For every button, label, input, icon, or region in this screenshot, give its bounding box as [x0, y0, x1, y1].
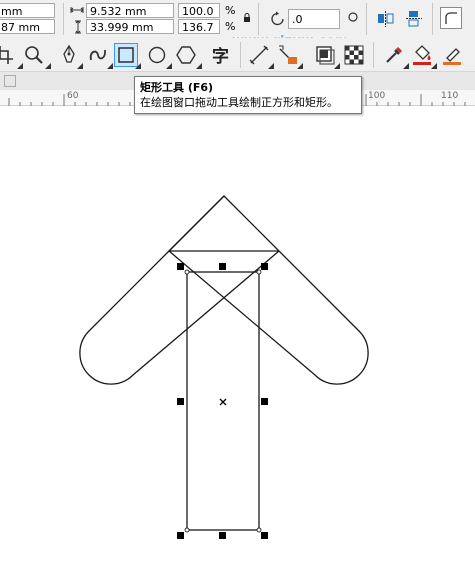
- flyout-indicator[interactable]: [45, 63, 51, 69]
- flyout-indicator[interactable]: [403, 63, 409, 69]
- page-tab-icon[interactable]: [4, 75, 16, 87]
- tooltip-description: 在绘图窗口拖动工具绘制正方形和矩形。: [140, 96, 338, 109]
- flyout-indicator[interactable]: [135, 63, 141, 69]
- zoom-icon[interactable]: [22, 43, 46, 67]
- rotation-center-icon[interactable]: [347, 11, 359, 26]
- polygon-icon[interactable]: [174, 43, 198, 67]
- separator: [366, 3, 367, 35]
- corner-round-icon[interactable]: [440, 7, 462, 29]
- svg-text:字: 字: [212, 46, 229, 67]
- smart-fill-icon[interactable]: [440, 43, 464, 67]
- crop-icon[interactable]: [0, 43, 16, 67]
- tooltip-title: 矩形工具 (F6): [140, 81, 214, 94]
- flyout-indicator[interactable]: [431, 63, 437, 69]
- percent-y-label: %: [225, 20, 236, 33]
- center-mark: [219, 398, 227, 406]
- width-field[interactable]: 9.532 mm: [86, 3, 174, 18]
- toolbox: 字: [0, 38, 475, 72]
- ruler-label: 100: [368, 91, 386, 101]
- text-icon[interactable]: 字: [210, 43, 234, 67]
- tooltip: 矩形工具 (F6) 在绘图窗口拖动工具绘制正方形和矩形。: [134, 76, 362, 114]
- height-field[interactable]: 33.999 mm: [86, 19, 174, 34]
- flyout-indicator[interactable]: [268, 63, 274, 69]
- flyout-indicator[interactable]: [107, 63, 113, 69]
- drawing-canvas[interactable]: [0, 106, 475, 582]
- flyout-indicator[interactable]: [77, 63, 83, 69]
- separator: [432, 3, 433, 35]
- percent-x-label: %: [225, 4, 236, 17]
- property-bar: mm 87 mm 9.532 mm 33.999 mm 100.0 136.7 …: [0, 0, 475, 38]
- scale-y-field[interactable]: 136.7: [178, 19, 220, 34]
- rotate-icon: [269, 10, 287, 31]
- transparency-icon[interactable]: [342, 43, 366, 67]
- separator: [373, 42, 374, 68]
- separator: [63, 3, 64, 35]
- rotation-field[interactable]: .0: [288, 9, 340, 29]
- flyout-indicator[interactable]: [297, 63, 303, 69]
- arrow-shaft-rectangle[interactable]: [186, 271, 260, 531]
- flyout-indicator[interactable]: [196, 63, 202, 69]
- separator: [240, 42, 241, 68]
- mirror-horizontal-icon[interactable]: [377, 10, 395, 31]
- height-icon: [73, 20, 83, 37]
- scale-x-field[interactable]: 100.0: [178, 3, 220, 18]
- corner-nodes[interactable]: [184, 269, 262, 533]
- width-icon: [70, 5, 84, 18]
- y-position-field[interactable]: 87 mm: [0, 19, 55, 34]
- flyout-indicator[interactable]: [334, 63, 340, 69]
- lock-ratio-icon[interactable]: [243, 13, 251, 26]
- arrow-left-arm[interactable]: [79, 195, 280, 385]
- flyout-indicator[interactable]: [166, 63, 172, 69]
- mirror-vertical-icon[interactable]: [405, 10, 423, 31]
- ruler-label: 110: [441, 91, 459, 101]
- x-position-field[interactable]: mm: [0, 3, 55, 18]
- separator: [258, 3, 259, 35]
- ruler-label: 60: [67, 91, 79, 101]
- arrow-right-arm[interactable]: [168, 195, 369, 385]
